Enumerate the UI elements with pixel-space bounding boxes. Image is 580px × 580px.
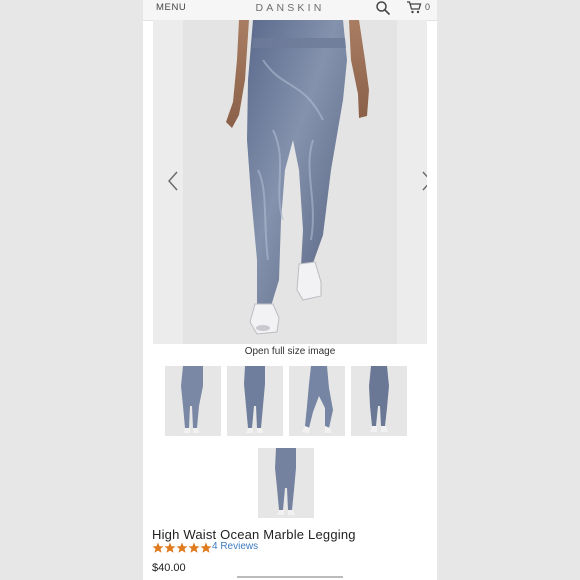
page-gutter-right bbox=[437, 0, 580, 580]
star-rating bbox=[152, 541, 212, 553]
chevron-left-icon[interactable] bbox=[166, 170, 180, 192]
thumbnail-strip bbox=[165, 366, 415, 518]
product-page: MENU DANSKIN 0 Open full size image High… bbox=[143, 0, 437, 580]
legging-photo bbox=[226, 20, 369, 335]
product-price: $40.00 bbox=[152, 562, 186, 574]
thumbnail-4[interactable] bbox=[351, 366, 407, 436]
site-header: MENU DANSKIN 0 bbox=[143, 0, 437, 21]
thumbnail-3[interactable] bbox=[289, 366, 345, 436]
page-gutter-left bbox=[0, 0, 143, 580]
thumbnail-5[interactable] bbox=[258, 448, 314, 518]
product-main-image[interactable] bbox=[153, 20, 427, 344]
reviews-link[interactable]: 4 Reviews bbox=[212, 541, 258, 552]
divider bbox=[237, 576, 343, 578]
open-full-size-link[interactable]: Open full size image bbox=[143, 346, 437, 357]
thumbnail-2[interactable] bbox=[227, 366, 283, 436]
chevron-right-icon[interactable] bbox=[420, 170, 427, 192]
brand-logo[interactable]: DANSKIN bbox=[143, 2, 437, 14]
cart-count: 0 bbox=[425, 2, 431, 12]
product-title: High Waist Ocean Marble Legging bbox=[152, 527, 356, 542]
cart-icon[interactable] bbox=[406, 0, 422, 14]
search-icon[interactable] bbox=[375, 0, 391, 16]
thumbnail-1[interactable] bbox=[165, 366, 221, 436]
